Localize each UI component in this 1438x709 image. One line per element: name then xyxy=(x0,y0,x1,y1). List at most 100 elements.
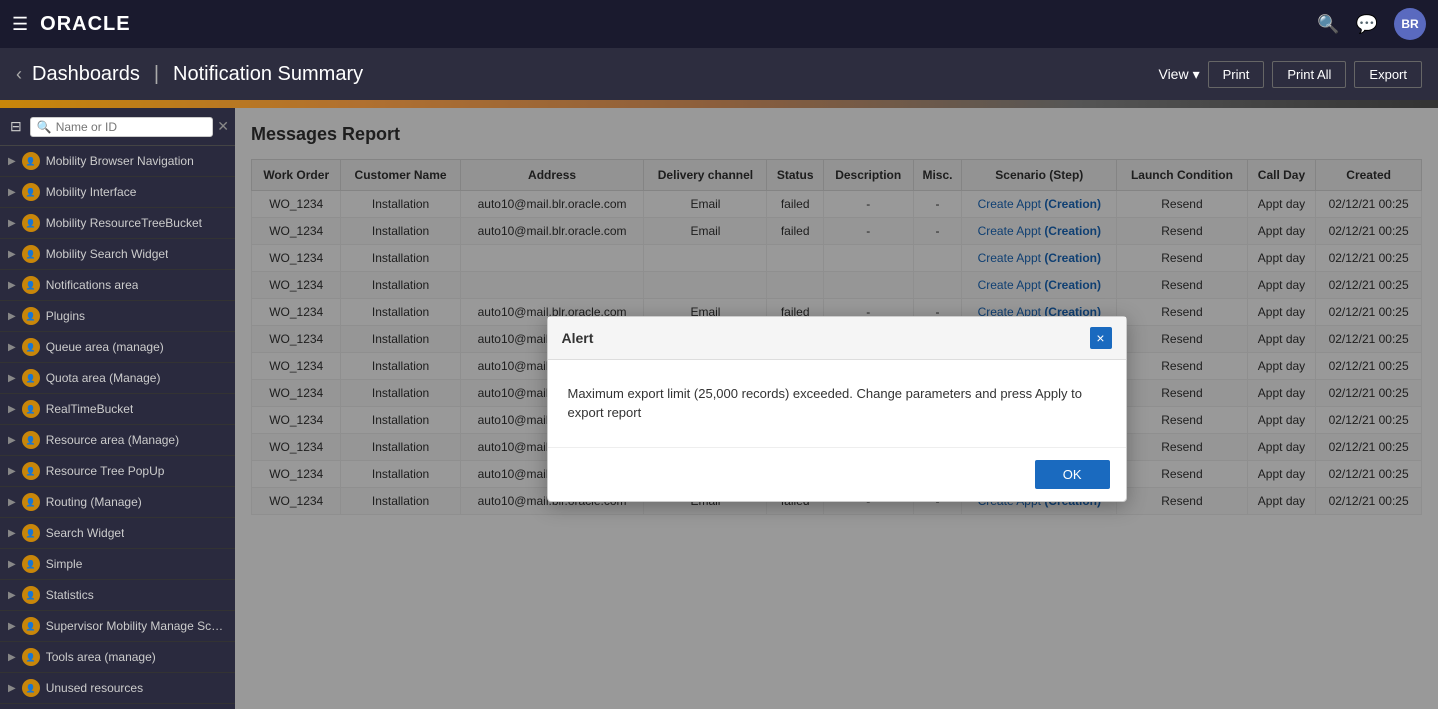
sidebar-item-routing-manage[interactable]: ▶ 👤 Routing (Manage) xyxy=(0,487,235,518)
sidebar-arrow-icon: ▶ xyxy=(8,156,16,167)
sidebar-items-container: ▶👤Mobility Browser Navigation▶👤Mobility … xyxy=(0,146,235,709)
sidebar-user-icon: 👤 xyxy=(22,617,40,635)
modal-overlay: Alert × Maximum export limit (25,000 rec… xyxy=(235,108,1438,709)
sidebar-item-mobility-resource-tree-bucket[interactable]: ▶ 👤 Mobility ResourceTreeBucket xyxy=(0,208,235,239)
modal-body: Maximum export limit (25,000 records) ex… xyxy=(548,360,1126,447)
sidebar-item-label: Mobility Search Widget xyxy=(46,247,169,261)
main-layout: ⊟ 🔍 ✕ ▶👤Mobility Browser Navigation▶👤Mob… xyxy=(0,108,1438,709)
modal-header: Alert × xyxy=(548,317,1126,360)
sidebar-user-icon: 👤 xyxy=(22,493,40,511)
sidebar-user-icon: 👤 xyxy=(22,276,40,294)
sidebar-item-label: Search Widget xyxy=(46,526,125,540)
search-input-wrap: 🔍 xyxy=(30,117,214,137)
breadcrumb-left: ‹ Dashboards | Notification Summary xyxy=(16,63,363,86)
sidebar-item-label: Statistics xyxy=(46,588,94,602)
sidebar-item-label: Resource Tree PopUp xyxy=(46,464,165,478)
modal-close-button[interactable]: × xyxy=(1090,327,1112,349)
sidebar-arrow-icon: ▶ xyxy=(8,497,16,508)
sidebar-arrow-icon: ▶ xyxy=(8,683,16,694)
sidebar-item-real-time-bucket[interactable]: ▶ 👤 RealTimeBucket xyxy=(0,394,235,425)
sidebar-arrow-icon: ▶ xyxy=(8,404,16,415)
sidebar-user-icon: 👤 xyxy=(22,555,40,573)
sidebar-item-label: Tools area (manage) xyxy=(46,650,156,664)
ok-button[interactable]: OK xyxy=(1035,460,1110,489)
sidebar-user-icon: 👤 xyxy=(22,679,40,697)
breadcrumb-parent: Dashboards xyxy=(32,63,140,86)
sidebar-arrow-icon: ▶ xyxy=(8,466,16,477)
sidebar-search-bar: ⊟ 🔍 ✕ xyxy=(0,108,235,146)
breadcrumb-current: Notification Summary xyxy=(173,63,363,86)
sidebar: ⊟ 🔍 ✕ ▶👤Mobility Browser Navigation▶👤Mob… xyxy=(0,108,235,709)
search-icon[interactable]: 🔍 xyxy=(1317,14,1339,35)
sidebar-item-unused-resources[interactable]: ▶👤Unused resources xyxy=(0,673,235,704)
sidebar-arrow-icon: ▶ xyxy=(8,280,16,291)
filter-icon[interactable]: ⊟ xyxy=(6,116,26,137)
sidebar-item-label: Resource area (Manage) xyxy=(46,433,179,447)
sidebar-user-icon: 👤 xyxy=(22,183,40,201)
sidebar-arrow-icon: ▶ xyxy=(8,590,16,601)
sidebar-arrow-icon: ▶ xyxy=(8,342,16,353)
sidebar-arrow-icon: ▶ xyxy=(8,559,16,570)
sidebar-arrow-icon: ▶ xyxy=(8,435,16,446)
sidebar-arrow-icon: ▶ xyxy=(8,249,16,260)
oracle-logo: ORACLE xyxy=(40,13,130,36)
sidebar-item-user-management[interactable]: ▶👤User Management area (Manage) xyxy=(0,704,235,709)
sidebar-item-label: RealTimeBucket xyxy=(46,402,134,416)
sidebar-user-icon: 👤 xyxy=(22,369,40,387)
modal-footer: OK xyxy=(548,447,1126,501)
sidebar-item-supervisor-mobility[interactable]: ▶ 👤 Supervisor Mobility Manage Scree xyxy=(0,611,235,642)
sidebar-item-resource-area-manage[interactable]: ▶ 👤 Resource area (Manage) xyxy=(0,425,235,456)
sidebar-item-label: Routing (Manage) xyxy=(46,495,142,509)
avatar[interactable]: BR xyxy=(1394,8,1426,40)
nav-left: ☰ ORACLE xyxy=(12,13,131,36)
sidebar-item-queue-area-manage[interactable]: ▶👤Queue area (manage) xyxy=(0,332,235,363)
sidebar-item-quota-area-manage[interactable]: ▶ 👤 Quota area (Manage) xyxy=(0,363,235,394)
breadcrumb-bar: ‹ Dashboards | Notification Summary View… xyxy=(0,48,1438,100)
sidebar-item-label: Quota area (Manage) xyxy=(46,371,161,385)
sidebar-arrow-icon: ▶ xyxy=(8,311,16,322)
sidebar-item-simple[interactable]: ▶ 👤 Simple xyxy=(0,549,235,580)
sidebar-item-plugins[interactable]: ▶👤Plugins xyxy=(0,301,235,332)
sidebar-item-search-widget[interactable]: ▶👤Search Widget xyxy=(0,518,235,549)
sidebar-item-label: Plugins xyxy=(46,309,85,323)
message-icon[interactable]: 💬 xyxy=(1356,14,1378,35)
sidebar-item-mobility-search-widget[interactable]: ▶ 👤 Mobility Search Widget xyxy=(0,239,235,270)
sidebar-arrow-icon: ▶ xyxy=(8,528,16,539)
sidebar-user-icon: 👤 xyxy=(22,648,40,666)
sidebar-item-label: Mobility Interface xyxy=(46,185,137,199)
export-button[interactable]: Export xyxy=(1354,61,1422,88)
sidebar-item-label: Mobility ResourceTreeBucket xyxy=(46,216,202,230)
nav-right: 🔍 💬 BR xyxy=(1317,8,1426,40)
modal-title: Alert xyxy=(562,330,594,346)
sidebar-item-notifications-area[interactable]: ▶ 👤 Notifications area xyxy=(0,270,235,301)
sidebar-user-icon: 👤 xyxy=(22,400,40,418)
sidebar-user-icon: 👤 xyxy=(22,245,40,263)
sidebar-item-label: Queue area (manage) xyxy=(46,340,164,354)
breadcrumb-separator: | xyxy=(154,63,159,86)
hamburger-icon[interactable]: ☰ xyxy=(12,14,28,35)
sidebar-item-mobility-browser-nav[interactable]: ▶👤Mobility Browser Navigation xyxy=(0,146,235,177)
sidebar-item-mobility-interface[interactable]: ▶👤Mobility Interface xyxy=(0,177,235,208)
breadcrumb-right: View ▾ Print Print All Export xyxy=(1158,61,1422,88)
sidebar-user-icon: 👤 xyxy=(22,214,40,232)
sidebar-item-label: Mobility Browser Navigation xyxy=(46,154,194,168)
top-nav: ☰ ORACLE 🔍 💬 BR xyxy=(0,0,1438,48)
search-input[interactable] xyxy=(56,120,207,134)
sidebar-arrow-icon: ▶ xyxy=(8,218,16,229)
sidebar-item-label: Notifications area xyxy=(46,278,139,292)
print-button[interactable]: Print xyxy=(1208,61,1265,88)
sidebar-item-statistics[interactable]: ▶ 👤 Statistics xyxy=(0,580,235,611)
sidebar-user-icon: 👤 xyxy=(22,431,40,449)
sidebar-item-resource-tree-popup[interactable]: ▶👤Resource Tree PopUp xyxy=(0,456,235,487)
clear-search-button[interactable]: ✕ xyxy=(217,118,229,135)
back-arrow[interactable]: ‹ xyxy=(16,64,22,85)
sidebar-item-label: Supervisor Mobility Manage Scree xyxy=(46,619,227,633)
sidebar-user-icon: 👤 xyxy=(22,586,40,604)
sidebar-arrow-icon: ▶ xyxy=(8,373,16,384)
sidebar-item-label: Simple xyxy=(46,557,83,571)
content-area: Messages Report Work OrderCustomer NameA… xyxy=(235,108,1438,709)
sidebar-item-tools-area-manage[interactable]: ▶👤Tools area (manage) xyxy=(0,642,235,673)
print-all-button[interactable]: Print All xyxy=(1272,61,1346,88)
view-button[interactable]: View ▾ xyxy=(1158,66,1199,83)
sidebar-arrow-icon: ▶ xyxy=(8,621,16,632)
